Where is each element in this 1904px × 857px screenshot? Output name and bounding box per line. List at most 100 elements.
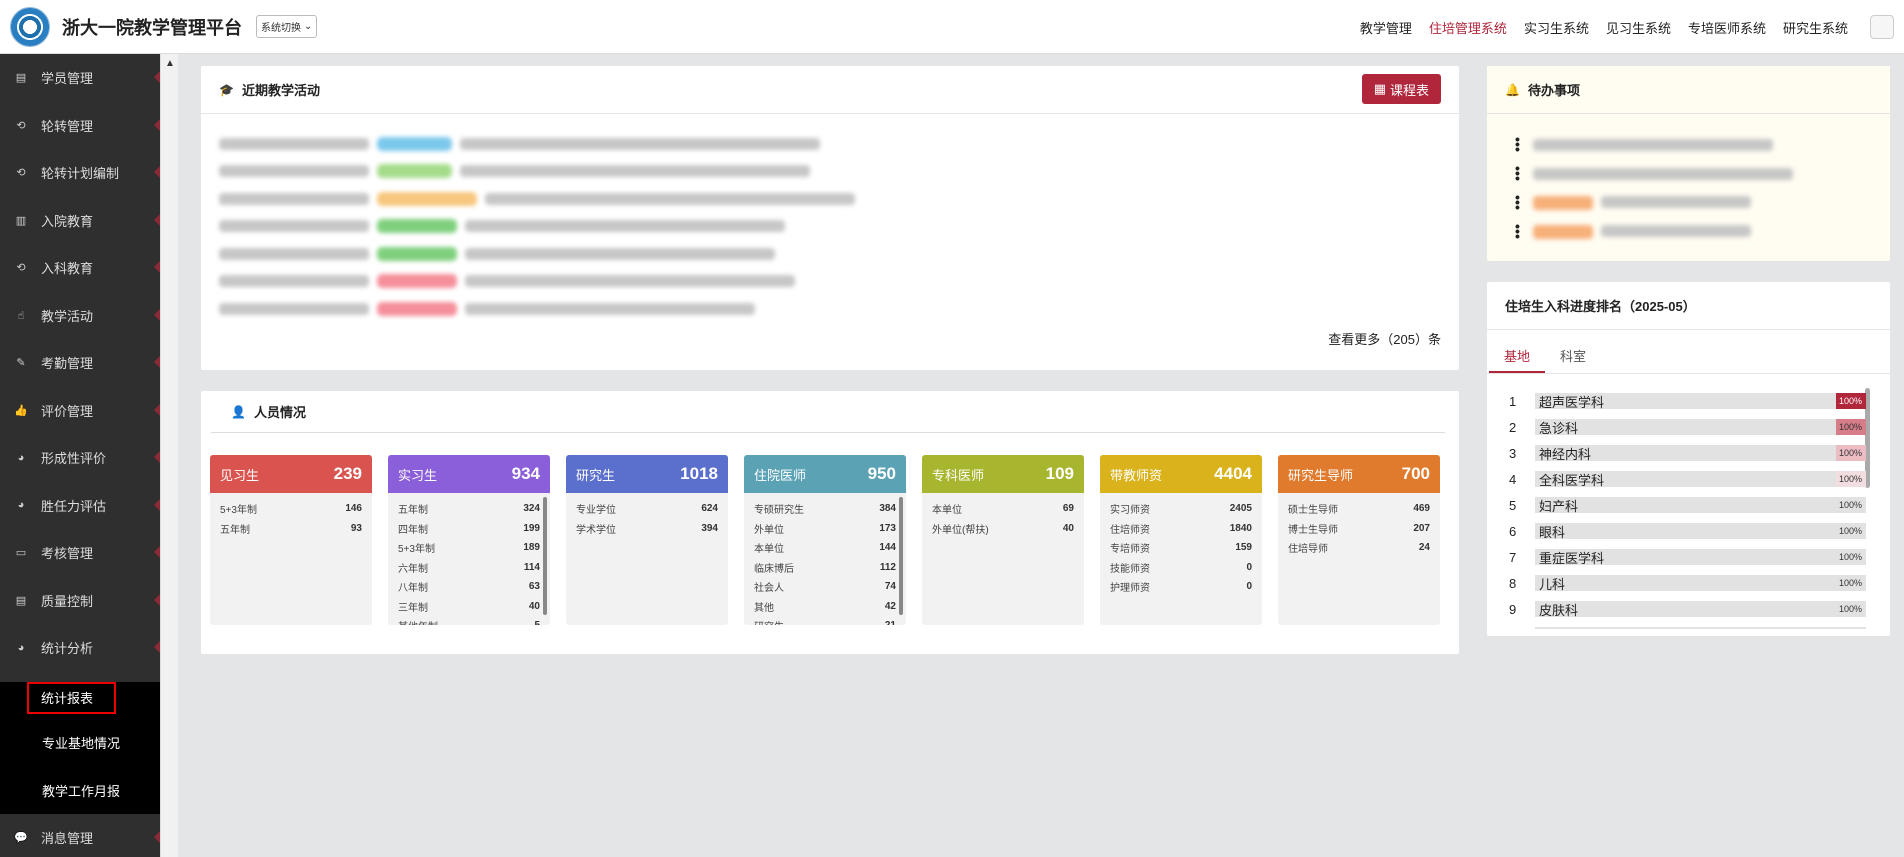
progress-bar: 超声医学科 100% [1535,393,1866,410]
card-scrollbar[interactable] [899,497,903,615]
card-row-value: 0 [1246,561,1252,573]
card-row: 学术学位 394 [576,519,718,539]
card-row-value: 159 [1235,542,1252,554]
sidebar-subitem[interactable]: 统计报表 [27,681,116,714]
todo-item[interactable]: • • • [1515,130,1872,159]
todo-header: 🔔 待办事项 [1487,66,1890,114]
ranking-row[interactable]: 4 全科医学科 100% [1509,466,1866,492]
user-icon: 👤 [231,404,246,419]
topnav-item[interactable]: 专培医师系统 [1688,18,1766,37]
rank-number: 6 [1509,523,1517,539]
ranking-row[interactable]: 6 眼科 100% [1509,518,1866,544]
todo-text-blurred [1533,167,1793,180]
todo-title: 待办事项 [1527,83,1580,98]
more-vertical-icon[interactable]: • • • [1515,161,1520,185]
sidebar-item[interactable]: ▤ 学员管理 [0,54,160,102]
card-row: 5+3年制 189 [398,538,540,558]
sidebar-item[interactable]: ◕ 胜任力评估 [0,482,160,530]
activity-type-tag [377,136,452,151]
rank-number: 10 [1509,628,1535,630]
ranking-row[interactable]: 2 急诊科 100% [1509,414,1866,440]
sidebar-subitem[interactable]: 专业基地情况 [0,719,160,767]
progress-percent: 100% [1838,552,1862,562]
personnel-card[interactable]: 见习生 239 5+3年制 146 五年制 93 [210,455,372,625]
monitor-icon: ▭ [15,547,27,560]
activity-text-blurred [460,137,820,150]
ranking-tab[interactable]: 基地 [1489,330,1545,373]
personnel-card[interactable]: 研究生导师 700 硕士生导师 469 博士生导师 207 住培导师 24 [1278,455,1440,625]
sidebar-item[interactable]: ✎ 考勤管理 [0,339,160,387]
card-row-value: 63 [528,581,540,593]
id-card-icon: ▤ [15,594,27,607]
card-row-label: 八年制 [398,583,428,595]
app-title: 浙大一院教学管理平台 [62,17,242,38]
see-more-link[interactable]: 查看更多（205）条 [1328,329,1441,348]
card-scrollbar[interactable] [543,497,547,615]
activity-row[interactable] [219,240,1441,268]
scroll-up-icon[interactable]: ▲ [165,58,175,69]
sidebar-item[interactable]: ▥ 入院教育 [0,197,160,245]
sidebar-item[interactable]: ⟲ 轮转计划编制 [0,149,160,197]
card-header: 见习生 239 [210,455,372,493]
card-row: 其他 42 [754,597,896,617]
card-row-label: 住培师资 [1110,524,1150,536]
sidebar-item[interactable]: ▤ 质量控制 [0,577,160,625]
sidebar-item[interactable]: ◕ 形成性评价 [0,434,160,482]
ranking-row[interactable]: 3 神经内科 100% [1509,440,1866,466]
more-vertical-icon[interactable]: • • • [1515,132,1520,156]
sidebar-item[interactable]: ◕ 统计分析 [0,624,160,672]
activity-row[interactable] [219,268,1441,296]
sidebar-subitem[interactable]: 教学工作月报 [0,767,160,815]
activity-type-tag [377,274,457,289]
progress-bar: 儿科 100% [1535,575,1866,592]
more-vertical-icon[interactable]: • • • [1515,190,1520,214]
schedule-button-label: 课程表 [1389,82,1429,98]
personnel-card[interactable]: 实习生 934 五年制 324 四年制 199 5+3年制 189 六年制 114 八年制 63 三年制… [388,455,550,625]
activity-row[interactable] [219,295,1441,323]
ranking-row[interactable]: 9 皮肤科 100% [1509,596,1866,622]
system-switch-select[interactable]: 系统切换 ⌄ [256,15,318,38]
ranking-row[interactable]: 5 妇产科 100% [1509,492,1866,518]
topnav-item[interactable]: 住培管理系统 [1429,18,1507,37]
card-row-value: 74 [884,581,896,593]
sidebar-item[interactable]: 👍 评价管理 [0,387,160,435]
ranking-row[interactable]: 10耳鼻咽喉科100% [1509,622,1866,629]
card-header: 研究生导师 700 [1278,455,1440,493]
personnel-card[interactable]: 住院医师 950 专硕研究生 384 外单位 173 本单位 144 临床博后 112 社会人 74 其… [744,455,906,625]
progress-percent: 100% [1838,578,1862,588]
sidebar-item[interactable]: ⟲ 入科教育 [0,244,160,292]
topnav-item[interactable]: 教学管理 [1360,18,1412,37]
todo-item[interactable]: • • • [1515,188,1872,217]
sidebar-item[interactable]: ▭ 考核管理 [0,529,160,577]
sidebar-item[interactable]: ☝ 教学活动 [0,292,160,340]
sidebar-scrollbar[interactable]: ▲ [160,54,178,857]
topnav-item[interactable]: 研究生系统 [1783,18,1848,37]
ranking-tab[interactable]: 科室 [1545,330,1601,373]
activity-row[interactable] [219,158,1441,186]
ranking-row[interactable]: 8 儿科 100% [1509,570,1866,596]
activity-row[interactable] [219,130,1441,158]
sidebar-item[interactable]: ⟲ 轮转管理 [0,102,160,150]
sidebar-item-messages[interactable]: 💬 消息管理 [0,814,160,857]
ranking-row[interactable]: 1 超声医学科 100% [1509,388,1866,414]
personnel-card[interactable]: 专科医师 109 本单位 69 外单位(帮扶) 40 [922,455,1084,625]
todo-text-blurred [1533,195,1751,210]
topnav-item[interactable]: 见习生系统 [1606,18,1671,37]
todo-item[interactable]: • • • [1515,159,1872,188]
activity-date-blurred [219,302,369,315]
activity-row[interactable] [219,213,1441,241]
personnel-card[interactable]: 研究生 1018 专业学位 624 学术学位 394 [566,455,728,625]
card-row: 住培导师 24 [1288,538,1430,558]
topnav-item[interactable]: 实习生系统 [1524,18,1589,37]
schedule-button[interactable]: ▦ 课程表 [1361,74,1441,104]
card-row: 专硕研究生 384 [754,499,896,519]
personnel-card[interactable]: 带教师资 4404 实习师资 2405 住培师资 1840 专培师资 159 技能师资 0 护理师资… [1100,455,1262,625]
avatar[interactable] [1870,15,1894,39]
ranking-row[interactable]: 7 重症医学科 100% [1509,544,1866,570]
activity-row[interactable] [219,185,1441,213]
card-row: 三年制 40 [398,597,540,617]
more-vertical-icon[interactable]: • • • [1515,219,1520,243]
todo-item[interactable]: • • • [1515,217,1872,246]
progress-bar: 耳鼻咽喉科100% [1535,627,1866,629]
card-total: 934 [511,464,540,483]
